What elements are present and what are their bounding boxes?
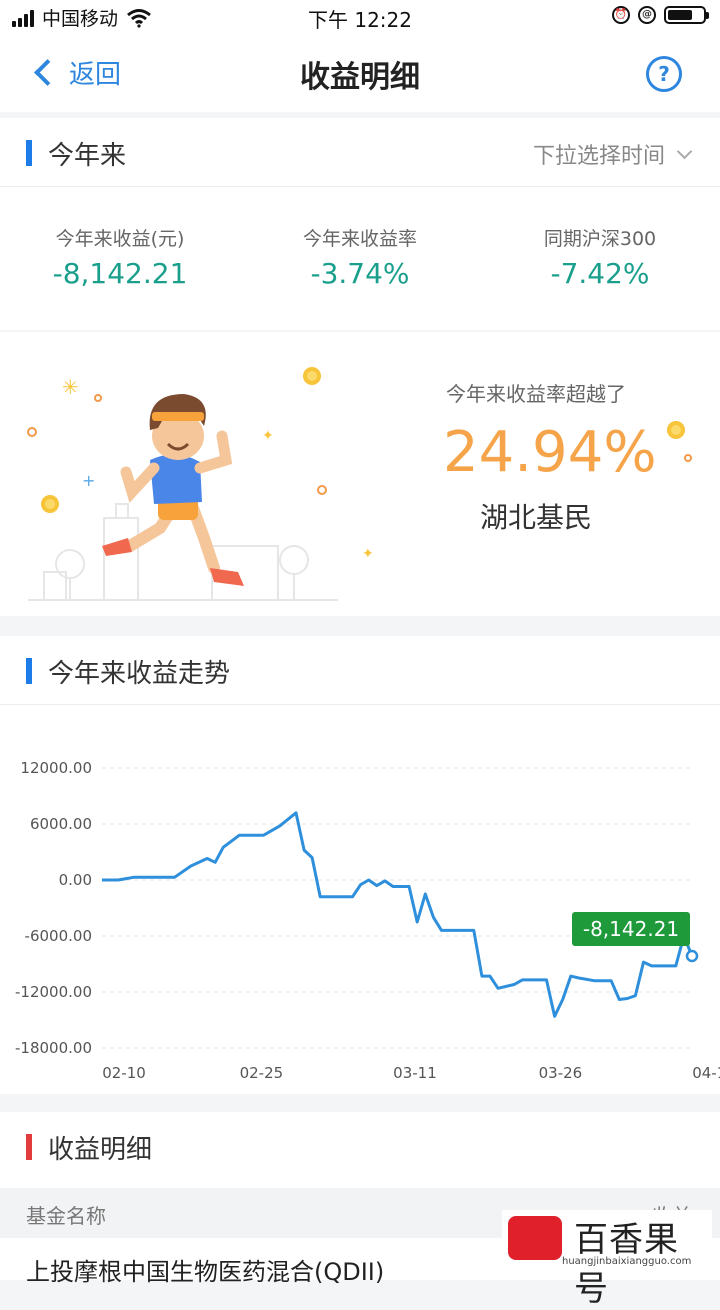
- table-row[interactable]: 上投摩根中国生物医药混合(QDII): [26, 1252, 384, 1287]
- stat-value: -8,142.21: [52, 257, 188, 290]
- stat-value: -7.42%: [550, 257, 650, 290]
- svg-text:✦: ✦: [362, 546, 374, 562]
- rank-group: 湖北基民: [480, 501, 593, 534]
- time-picker-label: 下拉选择时间: [532, 144, 665, 169]
- latest-value-label: -8,142.21: [583, 917, 679, 941]
- x-tick-label: 03-26: [539, 1064, 583, 1082]
- watermark: 百香果号 huangjinbaixiangguo.com: [502, 1210, 712, 1309]
- section-marker: [26, 1134, 32, 1160]
- column-fund-name: 基金名称: [26, 1204, 106, 1228]
- coin-decoration-icon: [667, 421, 692, 462]
- stat-label: 今年来收益(元): [55, 228, 185, 250]
- svg-text:+: +: [82, 471, 95, 490]
- svg-text:✳: ✳: [62, 375, 79, 399]
- x-tick-label: 02-10: [102, 1064, 146, 1082]
- y-tick-label: -12000.00: [15, 983, 92, 1001]
- rank-card: ✳ + ✦ ✦ 今年来收益率超越了 24.94% 湖北基民: [0, 332, 720, 616]
- trend-card: 今年来收益走势 12000.00 6000.00 0.00 -6000.00 -1200…: [0, 636, 720, 1094]
- ytd-section-title: 今年来: [48, 141, 127, 171]
- orientation-lock-icon: @: [638, 6, 656, 24]
- y-tick-label: 0.00: [59, 871, 92, 889]
- alarm-icon: ⏰: [612, 6, 630, 24]
- page-title: 收益明细: [300, 60, 420, 95]
- y-tick-label: -6000.00: [25, 927, 92, 945]
- trend-section-title: 今年来收益走势: [48, 659, 231, 689]
- trend-section-header: 今年来收益走势: [0, 636, 720, 705]
- battery-icon: [664, 6, 709, 24]
- y-tick-label: 12000.00: [20, 759, 92, 777]
- latest-point: [685, 949, 699, 963]
- status-bar: 中国移动 下午 12:22 ⏰ @: [0, 0, 720, 36]
- stat-ytd-return: 今年来收益率 -3.74%: [240, 186, 480, 336]
- y-tick-label: 6000.00: [30, 815, 92, 833]
- y-tick-label: -18000.00: [15, 1039, 92, 1057]
- income-trend-chart: 12000.00 6000.00 0.00 -6000.00 -12000.00 -180…: [15, 759, 720, 1082]
- x-tick-label: 03-11: [393, 1064, 437, 1082]
- help-icon[interactable]: ?: [646, 56, 682, 92]
- section-marker: [26, 658, 32, 684]
- watermark-url: huangjinbaixiangguo.com: [562, 1256, 692, 1267]
- time-picker[interactable]: 下拉选择时间: [532, 138, 693, 170]
- rank-label: 今年来收益率超越了: [446, 382, 626, 406]
- status-right: ⏰ @: [612, 6, 709, 24]
- ytd-stats: 今年来收益(元) -8,142.21 今年来收益率 -3.74% 同期沪深300…: [0, 186, 720, 336]
- section-marker: [26, 140, 32, 166]
- stat-label: 同期沪深300: [543, 228, 657, 250]
- rank-value: 24.94%: [443, 420, 657, 485]
- x-tick-label: 04-10: [692, 1064, 720, 1082]
- stat-ytd-income: 今年来收益(元) -8,142.21: [0, 186, 240, 336]
- x-tick-label: 02-25: [240, 1064, 284, 1082]
- stat-label: 今年来收益率: [302, 228, 417, 250]
- runner-illustration: ✳ + ✦ ✦: [27, 367, 374, 601]
- ytd-card: 今年来 下拉选择时间 今年来收益(元) -8,142.21 今年来收益率 -3.…: [0, 118, 720, 330]
- svg-text:✦: ✦: [262, 428, 274, 444]
- detail-section-title: 收益明细: [48, 1135, 153, 1165]
- ytd-section-header: 今年来 下拉选择时间: [0, 118, 720, 187]
- stat-value: -3.74%: [310, 257, 410, 290]
- chevron-down-icon: [676, 143, 693, 159]
- nav-bar: 返回 收益明细 ?: [0, 36, 720, 112]
- stat-hs300: 同期沪深300 -7.42%: [480, 186, 720, 336]
- watermark-logo-icon: [508, 1216, 562, 1260]
